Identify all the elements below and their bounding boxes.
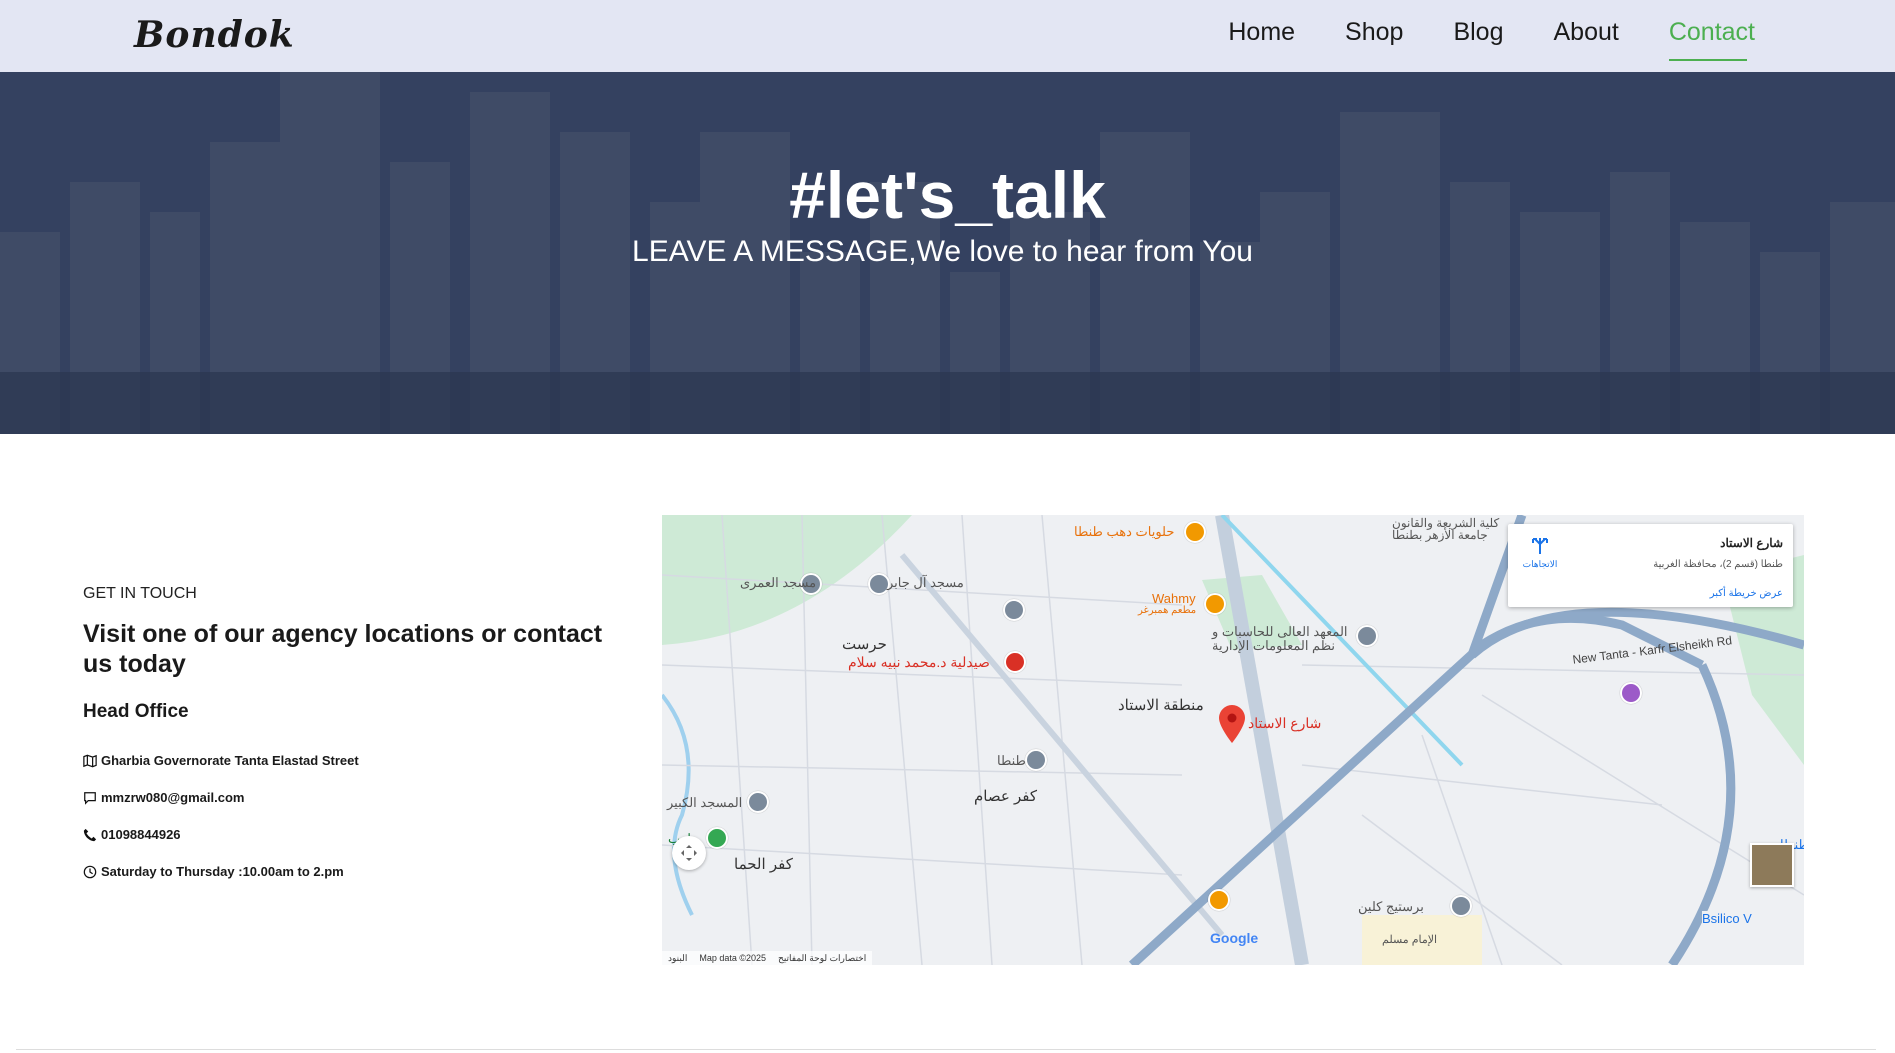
map-label-kafr-hama: كفر الحما — [734, 856, 793, 873]
mosque-poi-icon[interactable] — [747, 791, 769, 813]
map-data-text: Map data ©2025 — [699, 953, 767, 963]
card-subtitle: طنطا (قسم 2)، محافظة الغربية — [1653, 559, 1783, 570]
clock-icon — [83, 865, 97, 878]
nav-contact[interactable]: Contact — [1668, 18, 1755, 61]
larger-map-link[interactable]: عرض خريطة أكبر — [1710, 588, 1783, 599]
shop-poi-icon[interactable] — [1208, 889, 1230, 911]
satellite-toggle[interactable] — [1750, 843, 1794, 887]
map-label-imam: الإمام مسلم — [1382, 934, 1438, 946]
restaurant-poi-icon[interactable] — [1204, 593, 1226, 615]
map-attribution: البنود Map data ©2025 اختصارات لوحة المف… — [662, 951, 873, 965]
map-label-wahmy-ar: مطعم همبرغر — [1138, 605, 1197, 616]
nav-shop[interactable]: Shop — [1345, 18, 1403, 47]
map-label-district: منطقة الاستاد — [1118, 697, 1204, 714]
pharmacy-poi-icon[interactable] — [1004, 651, 1026, 673]
terms-link[interactable]: البنود — [668, 953, 687, 964]
directions-label: الاتجاهات — [1522, 559, 1558, 569]
map-icon — [83, 754, 97, 767]
phone-item: 01098844926 — [83, 827, 603, 842]
phone-text[interactable]: 01098844926 — [101, 827, 181, 842]
directions-icon — [1532, 538, 1548, 554]
map-label-law: كلية الشريعة والقانون جامعة الأزهر بطنطا — [1392, 516, 1500, 542]
google-map[interactable]: حلويات دهب طنطا كلية الشريعة والقانون جا… — [662, 515, 1804, 965]
get-in-touch-label: GET IN TOUCH — [83, 585, 197, 602]
nav-blog[interactable]: Blog — [1453, 18, 1503, 47]
map-label-kafr-esam: كفر عصام — [974, 788, 1037, 805]
hero-banner: #let's_talk LEAVE A MESSAGE,We love to h… — [0, 72, 1895, 434]
place-poi-icon[interactable] — [1620, 682, 1642, 704]
map-label-mosque2: مسجد العمرى — [740, 575, 817, 590]
email-text[interactable]: mmzrw080@gmail.com — [101, 790, 244, 805]
school-poi-icon[interactable] — [1356, 625, 1378, 647]
school-poi-icon[interactable] — [1025, 749, 1047, 771]
phone-icon — [83, 828, 97, 841]
hero-subtitle: LEAVE A MESSAGE,We love to hear from You — [632, 235, 1253, 268]
logo[interactable]: Bondok — [134, 14, 295, 56]
hours-item: Saturday to Thursday :10.00am to 2.pm — [83, 864, 603, 879]
keyboard-shortcuts-link[interactable]: اختصارات لوحة المفاتيح — [778, 953, 866, 964]
location-pin-icon[interactable] — [1219, 705, 1245, 743]
place-poi-icon[interactable] — [1003, 599, 1025, 621]
restaurant-poi-icon[interactable] — [1184, 521, 1206, 543]
fullscreen-button[interactable] — [672, 836, 706, 870]
place-info-card: الاتجاهات شارع الاستاد طنطا (قسم 2)، محا… — [1508, 524, 1793, 607]
map-label-sweets: حلويات دهب طنطا — [1074, 524, 1175, 539]
site-header: Bondok Home Shop Blog About Contact — [0, 0, 1895, 72]
contact-heading: Visit one of our agency locations or con… — [83, 620, 603, 678]
nav-about[interactable]: About — [1553, 18, 1618, 47]
section-divider — [16, 1049, 1876, 1050]
map-label-mosque1: مسجد آل جابر — [887, 575, 964, 590]
hours-text: Saturday to Thursday :10.00am to 2.pm — [101, 864, 344, 879]
map-label-harast: حرست — [842, 636, 887, 653]
place-poi-icon[interactable] — [1450, 895, 1472, 917]
contact-details: GET IN TOUCH Visit one of our agency loc… — [83, 585, 603, 901]
address-text: Gharbia Governorate Tanta Elastad Street — [101, 753, 359, 768]
main-nav: Home Shop Blog About Contact — [1228, 18, 1755, 61]
map-label-tanta: طنطا — [997, 753, 1026, 768]
map-label-pin: شارع الاستاد — [1248, 715, 1322, 731]
card-title: شارع الاستاد — [1720, 536, 1783, 550]
map-label-pharmacy: صيدلية د.محمد نبيه سلام — [848, 654, 990, 670]
head-office-title: Head Office — [83, 701, 189, 722]
google-logo: Google — [1210, 930, 1259, 946]
map-label-prestige: برستيج كلين — [1358, 899, 1424, 914]
map-label-bsilico: Bsilico V — [1702, 911, 1752, 926]
hero-title: #let's_talk — [789, 158, 1106, 232]
email-item: mmzrw080@gmail.com — [83, 790, 603, 805]
map-label-mosque3: المسجد الكبير — [667, 795, 743, 810]
park-poi-icon[interactable] — [706, 827, 728, 849]
map-label-wahmy: Wahmy — [1152, 591, 1196, 606]
directions-button[interactable]: الاتجاهات — [1522, 536, 1558, 570]
message-icon — [84, 791, 96, 805]
address-item: Gharbia Governorate Tanta Elastad Street — [83, 753, 603, 768]
nav-home[interactable]: Home — [1228, 18, 1295, 47]
fullscreen-icon — [681, 845, 697, 861]
map-label-institute: المعهد العالى للحاسبات و نظم المعلومات ا… — [1212, 624, 1348, 653]
